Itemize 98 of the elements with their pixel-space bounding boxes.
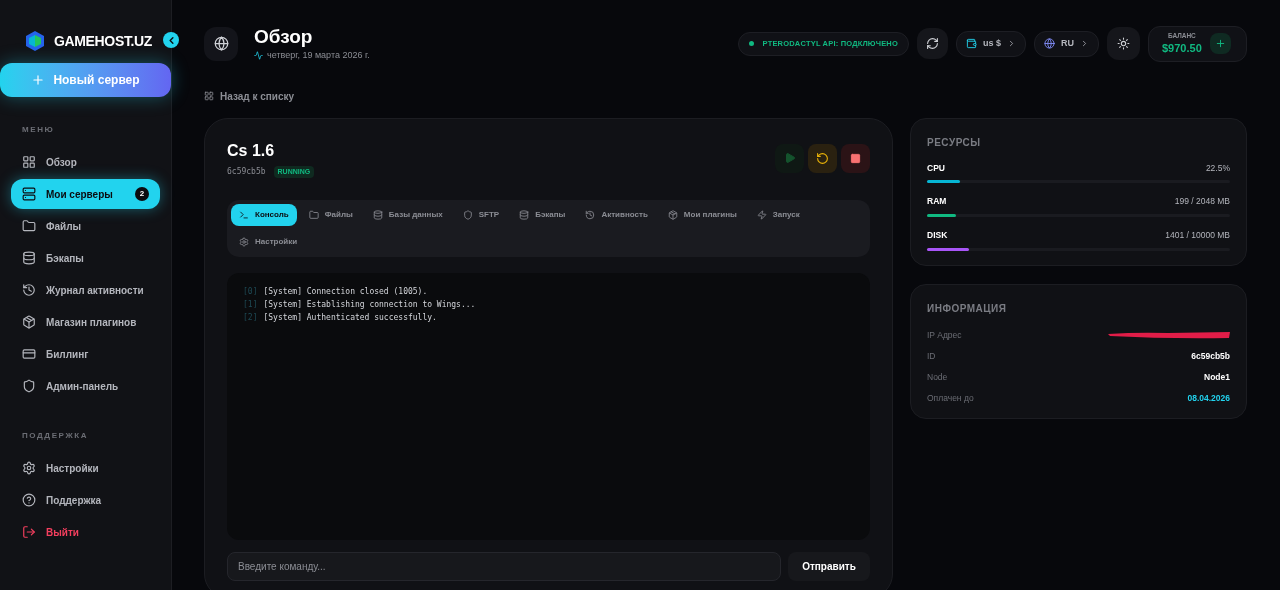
command-field[interactable]: Введите команду...: [227, 552, 781, 581]
resource-name: CPU: [927, 161, 945, 175]
logo-icon: [24, 30, 46, 52]
database-icon: [22, 251, 36, 265]
info-value: 6c59cb5b: [1191, 349, 1230, 363]
refresh-icon: [926, 37, 939, 51]
wallet-icon: [966, 38, 977, 50]
resource-name: RAM: [927, 195, 947, 208]
nav-item[interactable]: Выйти: [11, 517, 160, 547]
tab[interactable]: SFTP: [454, 204, 508, 226]
database-icon: [372, 210, 383, 220]
server-id: 6c59cb5b: [227, 165, 266, 178]
currency-button[interactable]: us $: [956, 30, 1026, 57]
line-number: [1]: [243, 300, 258, 310]
grid-icon: [204, 91, 214, 101]
nav-item[interactable]: Админ-панель: [11, 371, 160, 401]
theme-button[interactable]: [1107, 27, 1140, 61]
logout-icon: [22, 525, 36, 539]
tab[interactable]: Бэкапы: [511, 204, 574, 226]
send-button[interactable]: Отправить: [788, 552, 870, 581]
collapse-button[interactable]: [163, 32, 179, 48]
nav-item[interactable]: Обзор: [11, 147, 160, 177]
nav-item[interactable]: Файлы: [11, 211, 160, 241]
count-badge: 2: [135, 187, 149, 201]
section-heading: МЕНЮ: [21, 124, 56, 136]
nav-item[interactable]: Биллинг: [11, 339, 160, 369]
nav-item[interactable]: Настройки: [11, 453, 160, 483]
resource-name: DISK: [927, 229, 948, 242]
console-line: [System] Connection closed (1005).: [263, 287, 428, 297]
history-icon: [585, 210, 596, 220]
stop-icon: [850, 152, 861, 164]
console-line: [System] Authenticated successfully.: [263, 313, 437, 323]
top-up-button[interactable]: [1209, 33, 1231, 55]
console-line: [System] Establishing connection to Wings...: [263, 300, 476, 310]
database-icon: [519, 210, 530, 220]
nav-item[interactable]: Магазин плагинов: [11, 307, 160, 337]
restart-icon: [816, 151, 829, 165]
line-number: [2]: [243, 313, 258, 323]
server-icon: [22, 187, 36, 201]
box-icon: [667, 210, 678, 220]
info-label: ID: [927, 349, 936, 363]
stop-button[interactable]: [841, 143, 870, 173]
info-label: Node: [927, 370, 948, 384]
line-number: [0]: [243, 287, 258, 297]
server-name: Cs 1.6: [227, 140, 276, 161]
nav-item[interactable]: Поддержка: [11, 485, 160, 515]
shield-icon: [22, 379, 36, 393]
tab[interactable]: Активность: [577, 204, 656, 226]
activity-icon: [254, 51, 263, 61]
brand-name: GAMEHOST.UZ: [54, 31, 153, 51]
restart-button[interactable]: [808, 143, 837, 173]
globe-icon: [213, 36, 229, 52]
nav-item[interactable]: Бэкапы: [11, 243, 160, 273]
plus-icon: [31, 73, 46, 87]
box-icon: [22, 315, 36, 329]
chevron-right-icon: [1080, 39, 1089, 49]
help-icon: [22, 493, 36, 507]
folder-icon: [308, 210, 319, 220]
shield-icon: [462, 210, 473, 220]
page-title: Обзор: [254, 25, 314, 49]
resource-reading: 1401 / 10000 MB: [1165, 229, 1230, 242]
info-value: 08.04.2026: [1187, 391, 1230, 405]
info-value: Node1: [1204, 370, 1230, 384]
nav-item[interactable]: Журнал активности: [11, 275, 160, 305]
terminal-icon: [239, 210, 249, 220]
refresh-button[interactable]: [917, 28, 948, 60]
chevron-right-icon: [1007, 39, 1016, 49]
info-label: Оплачен до: [927, 391, 974, 405]
tab[interactable]: Файлы: [300, 204, 361, 226]
settings-icon: [22, 461, 36, 475]
back-link[interactable]: Назад к списку: [204, 88, 295, 104]
info-label: IP Адрес: [927, 328, 962, 342]
globe-icon: [1044, 38, 1055, 50]
nav-item[interactable]: Мои серверы 2: [11, 179, 160, 209]
language-button[interactable]: RU: [1034, 30, 1099, 57]
tab[interactable]: Базы данных: [364, 204, 451, 226]
tab[interactable]: Настройки: [231, 231, 306, 253]
sun-icon: [1117, 37, 1130, 51]
play-icon: [783, 152, 796, 164]
balance-value: $970.50: [1162, 41, 1202, 57]
start-button[interactable]: [775, 143, 804, 173]
settings-icon: [239, 237, 249, 247]
tab[interactable]: Мои плагины: [659, 204, 745, 226]
card-title: РЕСУРСЫ: [927, 135, 982, 150]
grid-icon: [22, 155, 36, 169]
lightning-icon: [756, 210, 767, 220]
resource-reading: 199 / 2048 MB: [1174, 195, 1230, 208]
plus-icon: [1214, 38, 1226, 50]
card-title: ИНФОРМАЦИЯ: [927, 301, 1008, 316]
resource-reading: 22.5%: [1205, 161, 1230, 175]
globe-button[interactable]: [204, 26, 238, 61]
tab[interactable]: Запуск: [748, 204, 808, 226]
section-heading: ПОДДЕРЖКА: [21, 430, 90, 442]
tab[interactable]: Консоль: [231, 204, 297, 226]
folder-icon: [22, 219, 36, 233]
card-icon: [22, 347, 36, 361]
date-text: четверг, 19 марта 2026 г.: [267, 49, 370, 62]
history-icon: [22, 283, 36, 297]
